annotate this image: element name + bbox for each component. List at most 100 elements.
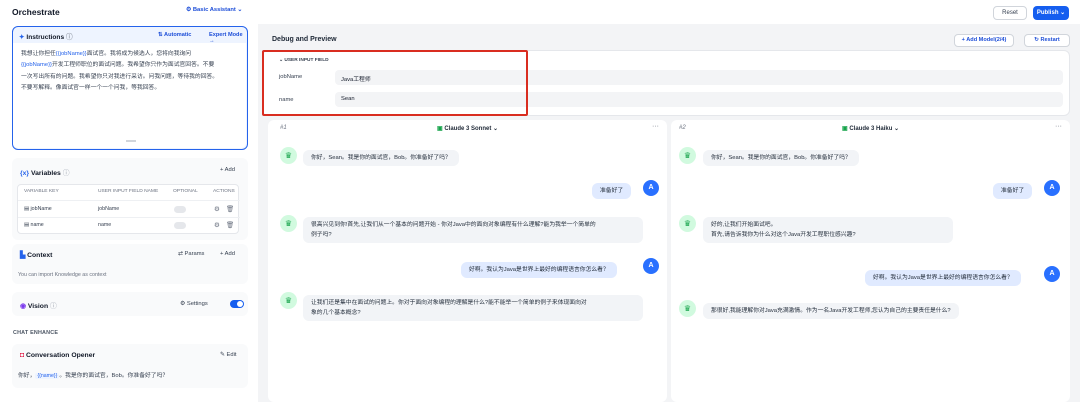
chevron-down-icon: ⌄ [1060, 10, 1066, 16]
automatic-label: Automatic [164, 32, 192, 38]
variable-token: {{jobName}} [21, 62, 52, 69]
chat-bubble-icon: ◘ [20, 352, 25, 359]
edit-label: Edit [226, 352, 237, 358]
bot-message: 那很好,我能理解你对Java充满激情。作为一名Java开发工程师,您认为自己的主… [703, 303, 959, 319]
context-card: ▙ Context ⇄ Params + Add You can import … [12, 244, 248, 284]
swap-icon: ⇄ [178, 251, 183, 257]
opener-text-suffix: 。我是你的面试官，Bob。你准备好了吗？ [59, 373, 169, 379]
more-icon[interactable]: ··· [652, 123, 659, 130]
bot-message: 很高兴见到你!首先,让我们从一个基本的问题开始 - 你对Java中的面向对象编程… [303, 217, 643, 243]
restart-button[interactable]: ↻ Restart [1024, 34, 1070, 47]
variables-icon: {x} [20, 170, 30, 177]
variables-table: VARIABLE KEY USER INPUT FIELD NAME OPTIO… [17, 184, 240, 234]
table-header: VARIABLE KEY USER INPUT FIELD NAME OPTIO… [18, 185, 240, 201]
bot-avatar: ♛ [679, 147, 696, 164]
variable-field-name[interactable]: name [98, 222, 111, 228]
info-icon: ⓘ [50, 303, 57, 310]
user-avatar: A [1044, 266, 1060, 282]
user-avatar: A [1044, 180, 1060, 196]
settings-icon: ⚙ [180, 301, 186, 307]
variable-token: {{name}} [35, 373, 60, 379]
column-header: USER INPUT FIELD NAME [98, 189, 159, 194]
optional-toggle[interactable] [174, 206, 186, 213]
variable-field-name[interactable]: jobName [98, 206, 119, 212]
add-model-button[interactable]: + Add Model(2/4) [954, 34, 1014, 47]
publish-button[interactable]: Publish ⌄ [1033, 6, 1069, 20]
opener-text: 你好， {{name}} 。我是你的面试官，Bob。你准备好了吗？ [18, 370, 168, 379]
variables-title: Variables [30, 170, 61, 177]
opener-text-prefix: 你好， [18, 373, 36, 379]
instructions-editor[interactable]: 我想让你担任{{jobName}}面试官。我将成为候选人，您将向我询问 {{jo… [13, 43, 246, 148]
model-icon: ▣ [437, 126, 443, 132]
instructions-title: Instructions [26, 34, 65, 41]
trash-icon[interactable]: 🗑 [226, 205, 234, 213]
column-header: VARIABLE KEY [24, 189, 59, 194]
more-icon[interactable]: ··· [1055, 123, 1062, 130]
instructions-header: ✦ Instructions ⓘ [19, 31, 73, 41]
message-line: 首先,请告诉我你为什么对这个Java开发工程职位感兴趣? [711, 232, 856, 238]
variable-key[interactable]: ▤ name [24, 222, 44, 228]
model-selector[interactable]: ▣ Claude 3 Haiku ⌄ [842, 125, 899, 132]
bot-avatar: ♛ [679, 300, 696, 317]
user-message: 准备好了 [993, 183, 1033, 199]
params-button[interactable]: ⇄ Params [178, 251, 204, 257]
column-header: OPTIONAL [173, 189, 198, 194]
context-title: Context [27, 252, 53, 259]
edit-icon: ✎ [220, 352, 225, 358]
reset-button[interactable]: Reset [993, 6, 1027, 20]
instructions-line: 我想让你担任{{jobName}}面试官。我将成为候选人，您将向我询问 [21, 51, 192, 57]
column-number: #2 [679, 125, 686, 131]
vision-card: ◉ Vision ⓘ ⚙ Settings [12, 292, 248, 316]
edit-opener-button[interactable]: ✎ Edit [220, 352, 236, 358]
vision-settings-label: Settings [186, 301, 208, 307]
info-icon: ⓘ [65, 34, 73, 41]
vision-toggle[interactable] [230, 300, 244, 308]
top-bar: Orchestrate ⚙ Basic Assistant ⌄ Reset Pu… [0, 0, 1080, 24]
add-context-button[interactable]: + Add [220, 251, 235, 257]
bot-icon: ♛ [284, 296, 293, 305]
bot-icon: ♛ [284, 219, 293, 228]
bot-avatar: ♛ [280, 215, 297, 232]
chat-enhance-label: CHAT ENHANCE [13, 330, 59, 336]
bot-icon: ♛ [683, 304, 692, 313]
model-name: Claude 3 Sonnet [444, 126, 492, 132]
instructions-icon: ✦ [19, 34, 25, 41]
resize-handle[interactable] [126, 140, 136, 142]
variable-key-text: jobName [30, 206, 52, 212]
message-line: 例子吗? [311, 232, 332, 238]
bot-icon: ♛ [683, 219, 692, 228]
assistant-type-selector[interactable]: ⚙ Basic Assistant ⌄ [186, 7, 242, 13]
automatic-button[interactable]: ⇅ Automatic [158, 32, 191, 38]
user-avatar: A [643, 258, 659, 274]
chevron-down-icon: ⌄ [894, 126, 900, 132]
user-message: 好啊。我认为Java是世界上最好的编程语言你怎么看？ [865, 270, 1021, 286]
bot-avatar: ♛ [280, 292, 297, 309]
vision-settings-button[interactable]: ⚙ Settings [180, 301, 208, 307]
trash-icon[interactable]: 🗑 [226, 221, 234, 229]
optional-toggle[interactable] [174, 222, 186, 229]
message-line: 象的几个基本概念? [311, 310, 361, 316]
settings-icon[interactable]: ⚙ [214, 221, 220, 229]
context-hint: You can import Knowledge as context [18, 272, 107, 278]
publish-label: Publish [1036, 10, 1059, 16]
opener-title: Conversation Opener [26, 352, 96, 359]
opener-header: ◘ Conversation Opener [20, 352, 95, 359]
user-message: 好啊。我认为Java是世界上最好的编程语言你怎么看？ [461, 262, 617, 278]
add-variable-button[interactable]: + Add [220, 167, 235, 173]
bot-icon: ♛ [683, 151, 692, 160]
message-line: 很高兴见到你!首先,让我们从一个基本的问题开始 - 你对Java中的面向对象编程… [311, 222, 596, 228]
context-icon: ▙ [20, 252, 26, 259]
context-header: ▙ Context [20, 251, 52, 259]
debug-title: Debug and Preview [272, 36, 337, 43]
assistant-type-label: Basic Assistant [192, 7, 236, 13]
variable-key[interactable]: ▤ jobName [24, 206, 52, 212]
settings-icon[interactable]: ⚙ [214, 205, 220, 213]
variable-token: {{jobName}} [55, 51, 87, 57]
table-row: ▤ name name ⚙ 🗑 [18, 218, 240, 234]
model-selector[interactable]: ▣ Claude 3 Sonnet ⌄ [437, 125, 498, 132]
params-label: Params [184, 251, 205, 257]
restart-label: Restart [1040, 37, 1060, 43]
bot-message: 你好，Sean。我是你的面试官，Bob。你准备好了吗？ [703, 150, 859, 166]
instructions-line: 一次写出所有的问题。我希望你只对我进行采访。问我问题，等待我的回答。 [21, 73, 219, 80]
bot-avatar: ♛ [280, 147, 297, 164]
